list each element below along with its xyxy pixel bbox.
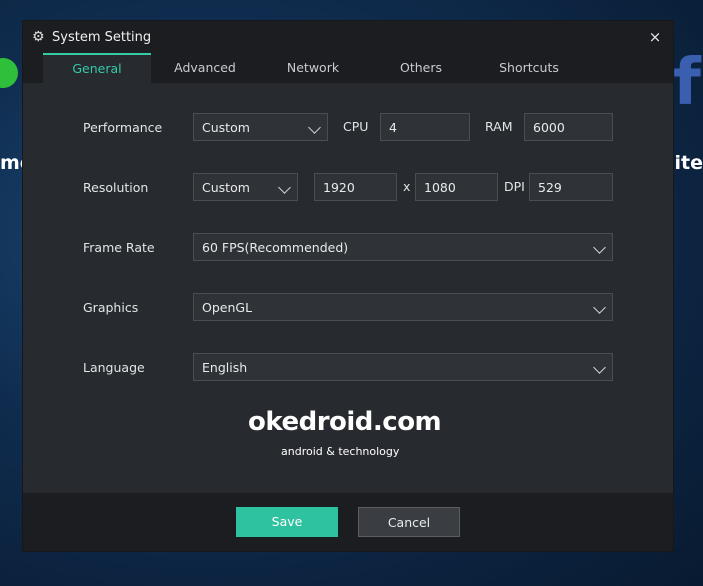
- dialog-footer: Save Cancel: [23, 493, 673, 551]
- chevron-down-icon: [278, 181, 291, 194]
- tab-others[interactable]: Others: [367, 53, 475, 83]
- resolution-height-input[interactable]: 1080: [415, 173, 498, 201]
- resolution-width-input[interactable]: 1920: [314, 173, 397, 201]
- frame-rate-value: 60 FPS(Recommended): [202, 240, 349, 255]
- dpi-label: DPI: [504, 179, 525, 194]
- watermark-tagline: android & technology: [281, 445, 400, 458]
- frame-rate-label: Frame Rate: [83, 240, 155, 255]
- dialog-title: System Setting: [52, 29, 152, 45]
- background-facebook-logo: f: [673, 46, 701, 120]
- language-label: Language: [83, 360, 145, 375]
- performance-mode-value: Custom: [202, 120, 250, 135]
- save-button[interactable]: Save: [236, 507, 338, 537]
- ram-label: RAM: [485, 119, 513, 134]
- chevron-down-icon: [593, 361, 606, 374]
- general-settings-panel: Performance Custom CPU 4 RAM 6000 Resolu…: [23, 83, 673, 493]
- graphics-select[interactable]: OpenGL: [193, 293, 613, 321]
- language-value: English: [202, 360, 248, 375]
- performance-label: Performance: [83, 120, 163, 135]
- tab-network[interactable]: Network: [259, 53, 367, 83]
- watermark-logo: okedroid.com: [248, 407, 442, 437]
- graphics-value: OpenGL: [202, 300, 253, 315]
- graphics-label: Graphics: [83, 300, 139, 315]
- resolution-label: Resolution: [83, 180, 149, 195]
- tab-shortcuts[interactable]: Shortcuts: [475, 53, 583, 83]
- cpu-label: CPU: [343, 119, 369, 134]
- system-setting-dialog: ⚙ System Setting × General Advanced Netw…: [23, 21, 673, 551]
- cancel-button[interactable]: Cancel: [358, 507, 460, 537]
- ram-input[interactable]: 6000: [524, 113, 613, 141]
- resolution-separator: x: [403, 179, 411, 194]
- title-bar: ⚙ System Setting ×: [23, 21, 673, 53]
- tab-bar: General Advanced Network Others Shortcut…: [23, 53, 673, 83]
- tab-advanced[interactable]: Advanced: [151, 53, 259, 83]
- dpi-input[interactable]: 529: [529, 173, 613, 201]
- frame-rate-select[interactable]: 60 FPS(Recommended): [193, 233, 613, 261]
- resolution-mode-value: Custom: [202, 180, 250, 195]
- tab-general[interactable]: General: [43, 53, 151, 83]
- background-app-logo: [0, 58, 18, 88]
- gear-icon: ⚙: [32, 29, 45, 45]
- background-text-right: ite: [674, 152, 703, 174]
- cpu-input[interactable]: 4: [380, 113, 470, 141]
- close-icon[interactable]: ×: [645, 27, 665, 47]
- chevron-down-icon: [308, 121, 321, 134]
- chevron-down-icon: [593, 241, 606, 254]
- performance-mode-select[interactable]: Custom: [193, 113, 328, 141]
- resolution-mode-select[interactable]: Custom: [193, 173, 298, 201]
- chevron-down-icon: [593, 301, 606, 314]
- language-select[interactable]: English: [193, 353, 613, 381]
